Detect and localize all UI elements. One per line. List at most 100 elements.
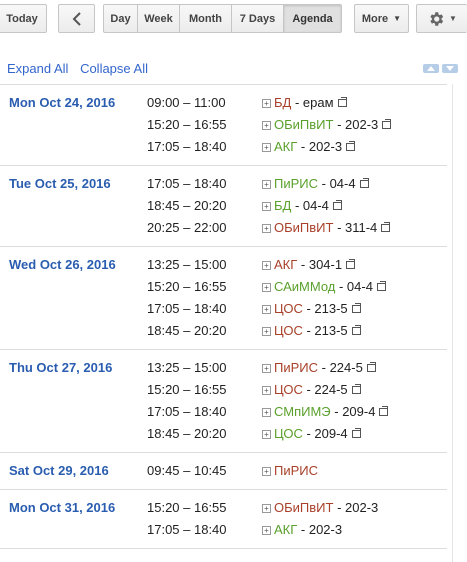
event-title[interactable]: ЦОС - 213-5 — [274, 323, 361, 338]
event-location: - 311-4 — [333, 220, 378, 235]
open-event-icon[interactable] — [382, 119, 392, 129]
agenda-event[interactable]: 15:20 – 16:55 + ЦОС - 224-5 — [0, 380, 447, 402]
expand-event-icon[interactable]: + — [262, 408, 271, 417]
open-event-icon[interactable] — [346, 141, 356, 151]
event-title[interactable]: ОБиПвИТ - 202-3 — [274, 117, 392, 132]
view-agenda-button[interactable]: Agenda — [284, 4, 342, 33]
expand-event-icon[interactable]: + — [262, 430, 271, 439]
event-time: 17:05 – 18:40 — [147, 301, 227, 316]
expand-event-icon[interactable]: + — [262, 224, 271, 233]
agenda-day: Sat Oct 29, 2016 09:45 – 10:45 + ПиРИС — [0, 453, 447, 490]
expand-event-icon[interactable]: + — [262, 305, 271, 314]
previous-button[interactable] — [58, 4, 95, 33]
event-location: - 304-1 — [297, 257, 343, 272]
event-title[interactable]: ЦОС - 209-4 — [274, 426, 361, 441]
event-name: ОБиПвИТ — [274, 220, 334, 235]
expand-event-icon[interactable]: + — [262, 327, 271, 336]
open-event-icon[interactable] — [351, 384, 361, 394]
expand-event-icon[interactable]: + — [262, 143, 271, 152]
open-event-icon[interactable] — [381, 222, 391, 232]
agenda-event[interactable]: 18:45 – 20:20 + ЦОС - 213-5 — [0, 321, 447, 343]
agenda-event[interactable]: 09:00 – 11:00 + БД - ерам — [0, 93, 447, 115]
expand-event-icon[interactable]: + — [262, 364, 271, 373]
view-week-button[interactable]: Week — [138, 4, 180, 33]
event-title[interactable]: ЦОС - 224-5 — [274, 382, 361, 397]
event-title[interactable]: АКГ - 202-3 — [274, 139, 356, 154]
event-time: 13:25 – 15:00 — [147, 360, 227, 375]
expand-event-icon[interactable]: + — [262, 504, 271, 513]
open-event-icon[interactable] — [351, 303, 361, 313]
view-month-button[interactable]: Month — [180, 4, 232, 33]
event-name: ОБиПвИТ — [274, 117, 334, 132]
event-name: ПиРИС — [274, 463, 319, 478]
agenda-event[interactable]: 20:25 – 22:00 + ОБиПвИТ - 311-4 — [0, 218, 447, 240]
event-title[interactable]: СМпИМЭ - 209-4 — [274, 404, 389, 419]
event-name: БД — [274, 95, 292, 110]
expand-event-icon[interactable]: + — [262, 202, 271, 211]
event-title[interactable]: САиММод - 04-4 — [274, 279, 386, 294]
open-event-icon[interactable] — [379, 406, 389, 416]
open-event-icon[interactable] — [351, 428, 361, 438]
scroll-down-button[interactable] — [442, 64, 458, 73]
event-name: БД — [274, 198, 292, 213]
event-time: 15:20 – 16:55 — [147, 279, 227, 294]
expand-event-icon[interactable]: + — [262, 180, 271, 189]
event-title[interactable]: БД - 04-4 — [274, 198, 342, 213]
agenda-event[interactable]: 17:05 – 18:40 + СМпИМЭ - 209-4 — [0, 402, 447, 424]
event-time: 09:45 – 10:45 — [147, 463, 227, 478]
open-event-icon[interactable] — [332, 200, 342, 210]
event-location: - 209-4 — [330, 404, 376, 419]
expand-all-link[interactable]: Expand All — [7, 61, 68, 76]
agenda-event[interactable]: 18:45 – 20:20 + ЦОС - 209-4 — [0, 424, 447, 446]
event-title[interactable]: ПиРИС - 04-4 — [274, 176, 369, 191]
expand-event-icon[interactable]: + — [262, 467, 271, 476]
event-time: 15:20 – 16:55 — [147, 117, 227, 132]
event-time: 20:25 – 22:00 — [147, 220, 227, 235]
agenda-event[interactable]: 15:20 – 16:55 + ОБиПвИТ - 202-3 — [0, 115, 447, 137]
event-title[interactable]: ПиРИС - 224-5 — [274, 360, 376, 375]
open-event-icon[interactable] — [359, 178, 369, 188]
view-day-button[interactable]: Day — [103, 4, 138, 33]
agenda-event[interactable]: 13:25 – 15:00 + ПиРИС - 224-5 — [0, 358, 447, 380]
open-event-icon[interactable] — [351, 325, 361, 335]
expand-event-icon[interactable]: + — [262, 121, 271, 130]
event-title[interactable]: ОБиПвИТ - 202-3 — [274, 500, 378, 515]
agenda-event[interactable]: 17:05 – 18:40 + ПиРИС - 04-4 — [0, 174, 447, 196]
agenda-event[interactable]: 17:05 – 18:40 + АКГ - 202-3 — [0, 520, 447, 542]
more-button[interactable]: More ▼ — [354, 4, 409, 33]
event-title[interactable]: БД - ерам — [274, 95, 347, 110]
agenda-event[interactable]: 09:45 – 10:45 + ПиРИС — [0, 461, 447, 483]
caret-up-icon — [427, 66, 435, 71]
event-location: - 213-5 — [302, 323, 348, 338]
today-button[interactable]: Today — [0, 4, 47, 33]
agenda-event[interactable]: 15:20 – 16:55 + САиММод - 04-4 — [0, 277, 447, 299]
event-title[interactable]: АКГ - 304-1 — [274, 257, 356, 272]
agenda-event[interactable]: 18:45 – 20:20 + БД - 04-4 — [0, 196, 447, 218]
open-event-icon[interactable] — [337, 97, 347, 107]
agenda-event[interactable]: 15:20 – 16:55 + ОБиПвИТ - 202-3 — [0, 498, 447, 520]
expand-event-icon[interactable]: + — [262, 261, 271, 270]
expand-event-icon[interactable]: + — [262, 99, 271, 108]
expand-event-icon[interactable]: + — [262, 386, 271, 395]
event-title[interactable]: ЦОС - 213-5 — [274, 301, 361, 316]
event-title[interactable]: ПиРИС — [274, 463, 318, 478]
open-event-icon[interactable] — [366, 362, 376, 372]
event-title[interactable]: АКГ - 202-3 — [274, 522, 342, 537]
agenda-event[interactable]: 17:05 – 18:40 + ЦОС - 213-5 — [0, 299, 447, 321]
event-name: ЦОС — [274, 301, 303, 316]
settings-button[interactable]: ▼ — [416, 4, 467, 33]
expand-event-icon[interactable]: + — [262, 283, 271, 292]
view-7days-button[interactable]: 7 Days — [232, 4, 284, 33]
open-event-icon[interactable] — [346, 259, 356, 269]
agenda-event[interactable]: 17:05 – 18:40 + АКГ - 202-3 — [0, 137, 447, 159]
event-name: ЦОС — [274, 323, 303, 338]
agenda-event[interactable]: 13:25 – 15:00 + АКГ - 304-1 — [0, 255, 447, 277]
event-location: - 202-3 — [333, 500, 379, 515]
collapse-all-link[interactable]: Collapse All — [80, 61, 148, 76]
event-title[interactable]: ОБиПвИТ - 311-4 — [274, 220, 391, 235]
open-event-icon[interactable] — [376, 281, 386, 291]
event-time: 15:20 – 16:55 — [147, 382, 227, 397]
scroll-up-button[interactable] — [423, 64, 439, 73]
event-location: - 202-3 — [333, 117, 379, 132]
expand-event-icon[interactable]: + — [262, 526, 271, 535]
